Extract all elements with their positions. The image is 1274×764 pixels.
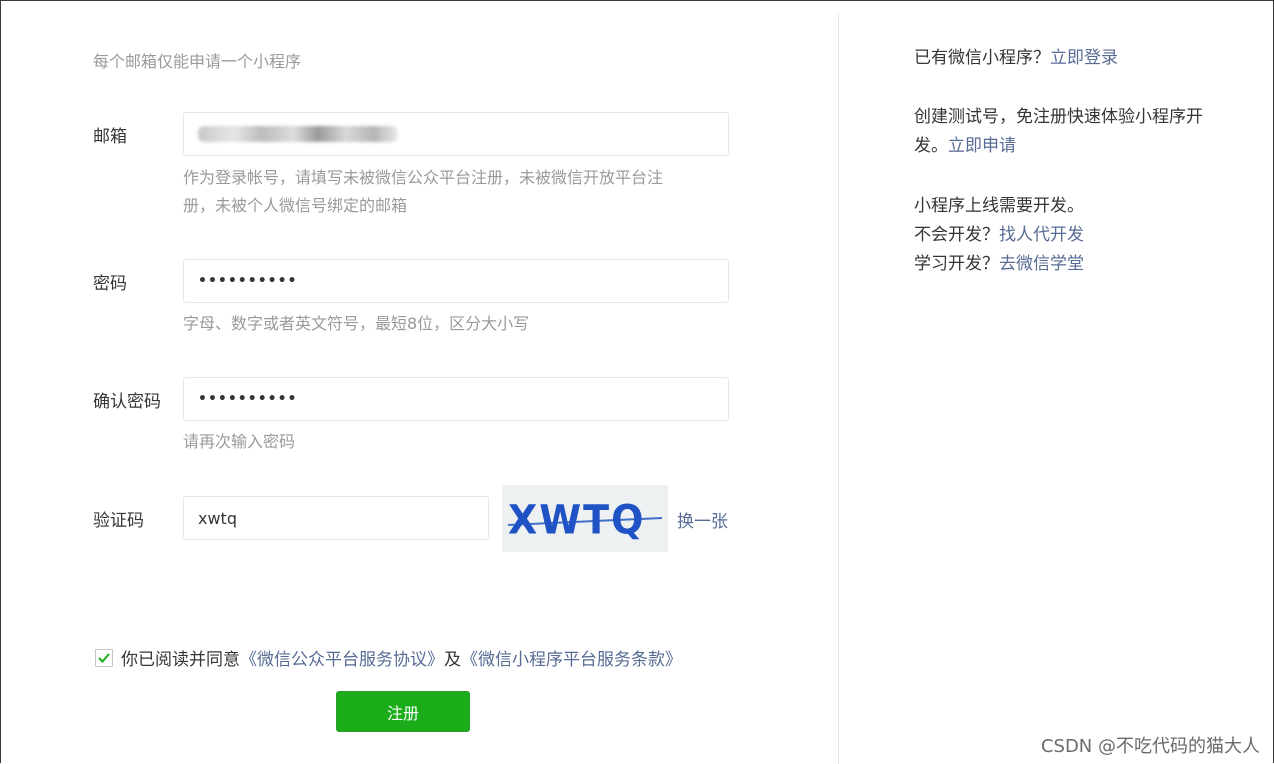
captcha-input-value: xwtq [198, 508, 237, 528]
column-divider [838, 14, 839, 764]
login-prefix: 已有微信小程序？ [914, 48, 1050, 68]
email-notice: 每个邮箱仅能申请一个小程序 [93, 52, 302, 71]
captcha-image-text: XWTQ [508, 497, 645, 543]
captcha-input[interactable]: xwtq [183, 496, 489, 540]
confirm-password-input[interactable]: •••••••••• [183, 377, 729, 421]
email-hint-line2: 册，未被个人微信号绑定的邮箱 [183, 196, 408, 215]
wechat-academy-link[interactable]: 去微信学堂 [999, 254, 1084, 274]
csdn-watermark: CSDN @不吃代码的猫大人 [1040, 736, 1260, 757]
email-hint-line1: 作为登录帐号，请填写未被微信公众平台注册，未被微信开放平台注 [183, 168, 664, 187]
hire-dev-link[interactable]: 找人代开发 [999, 225, 1084, 245]
captcha-refresh-link[interactable]: 换一张 [677, 507, 728, 532]
email-redacted-value [198, 126, 398, 142]
agreement-row: 你已阅读并同意 《微信公众平台服务协议》 及 《微信小程序平台服务条款》 [95, 645, 682, 670]
email-input[interactable] [183, 112, 729, 156]
confirm-password-hint: 请再次输入密码 [183, 432, 296, 451]
agreement-checkbox[interactable] [95, 648, 113, 667]
learn-dev-prefix: 学习开发？ [914, 254, 999, 274]
register-button[interactable]: 注册 [336, 691, 470, 732]
confirm-password-value: •••••••••• [198, 391, 298, 407]
check-icon [98, 652, 110, 663]
service-agreement-link[interactable]: 《微信公众平台服务协议》 [240, 645, 444, 670]
test-account-link[interactable]: 立即申请 [948, 136, 1016, 156]
dev-info-text: 小程序上线需要开发。 [914, 196, 1084, 216]
agreement-middle: 及 [444, 650, 461, 670]
email-label: 邮箱 [93, 127, 127, 147]
login-prompt: 已有微信小程序？立即登录 [914, 44, 1234, 73]
test-account-text-line1: 创建测试号，免注册快速体验小程序开 [914, 107, 1203, 127]
agreement-prefix: 你已阅读并同意 [121, 650, 240, 670]
password-hint: 字母、数字或者英文符号，最短8位，区分大小写 [183, 314, 530, 333]
confirm-password-label: 确认密码 [93, 392, 161, 412]
login-link[interactable]: 立即登录 [1050, 48, 1118, 68]
captcha-image[interactable]: XWTQ [502, 485, 668, 552]
captcha-label: 验证码 [93, 511, 144, 531]
password-label: 密码 [93, 274, 127, 294]
password-input[interactable]: •••••••••• [183, 259, 729, 303]
test-account-text-line2: 发。 [914, 136, 948, 156]
hire-dev-prefix: 不会开发？ [914, 225, 999, 245]
password-value: •••••••••• [198, 273, 298, 289]
captcha-glyphs: XWTQ [507, 497, 663, 544]
miniprogram-terms-link[interactable]: 《微信小程序平台服务条款》 [461, 645, 682, 670]
test-account-prompt: 创建测试号，免注册快速体验小程序开 发。立即申请 [914, 103, 1234, 161]
dev-info: 小程序上线需要开发。 不会开发？找人代开发 学习开发？去微信学堂 [914, 192, 1234, 279]
